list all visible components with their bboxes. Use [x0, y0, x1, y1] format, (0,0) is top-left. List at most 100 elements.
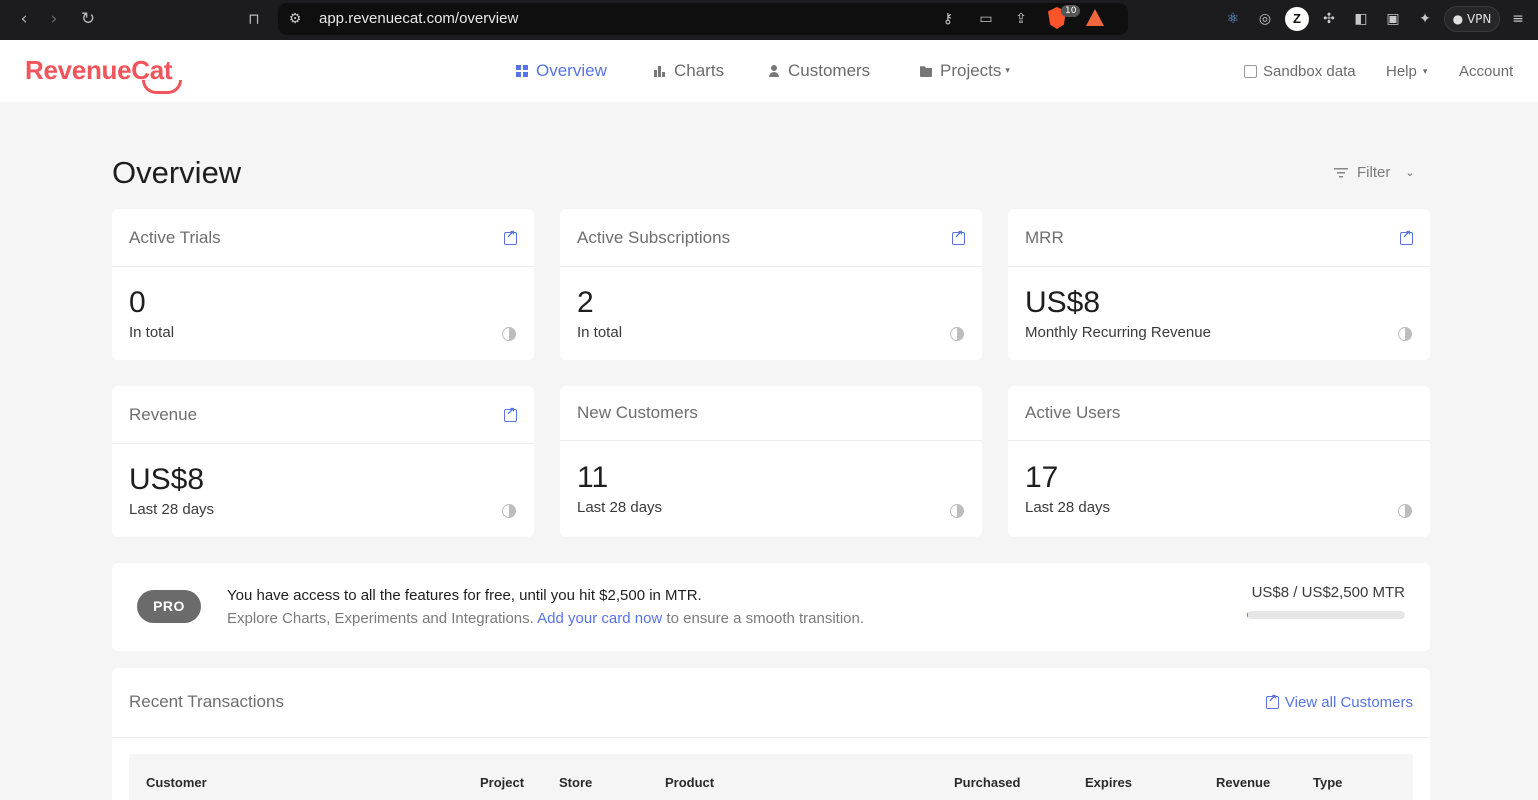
filter-button[interactable]: Filter ⌄ — [1334, 164, 1415, 181]
view-all-customers-link[interactable]: View all Customers — [1265, 692, 1413, 711]
external-link-icon[interactable] — [504, 228, 517, 245]
nav-charts[interactable]: Charts — [654, 60, 724, 82]
card-value: US$8 — [129, 463, 205, 496]
card-subtitle: In total — [129, 324, 175, 341]
reload-icon[interactable]: ↻ — [76, 7, 100, 31]
column-header-project[interactable]: Project — [480, 775, 524, 790]
nav-overview-label: Overview — [536, 61, 607, 80]
person-icon — [768, 65, 780, 77]
react-devtools-icon[interactable]: ⚛ — [1222, 8, 1244, 30]
forward-icon[interactable]: › — [42, 7, 66, 31]
card-title: New Customers — [577, 403, 698, 422]
extensions-puzzle-icon[interactable]: ✣ — [1318, 8, 1340, 30]
card-header: MRR — [1008, 209, 1430, 267]
info-half-circle-icon[interactable] — [502, 504, 516, 518]
card-header: Active Subscriptions — [560, 209, 982, 267]
card-title: Revenue — [129, 405, 198, 424]
brave-rewards-icon[interactable] — [1086, 9, 1104, 26]
folder-icon — [920, 66, 932, 77]
bookmark-icon[interactable]: ⊓ — [242, 7, 266, 31]
dashboard-grid-icon — [516, 65, 528, 77]
external-link-icon[interactable] — [1400, 228, 1413, 245]
nav-customers[interactable]: Customers — [768, 60, 870, 82]
help-menu[interactable]: Help ▾ — [1386, 63, 1427, 80]
card-header: Revenue — [112, 386, 534, 444]
divider — [112, 737, 1430, 738]
nav-charts-label: Charts — [674, 61, 725, 80]
card-value: 11 — [577, 461, 609, 494]
column-header-product[interactable]: Product — [665, 775, 714, 790]
shields-count-badge: 10 — [1061, 5, 1081, 17]
sandbox-label: Sandbox data — [1263, 63, 1356, 80]
wallet-icon[interactable]: ▣ — [1382, 8, 1404, 30]
bar-chart-icon — [654, 65, 666, 77]
card-title: Active Subscriptions — [577, 228, 731, 247]
card-subtitle: In total — [577, 324, 623, 341]
filter-icon — [1334, 167, 1348, 178]
info-half-circle-icon[interactable] — [950, 327, 964, 341]
column-header-store[interactable]: Store — [559, 775, 592, 790]
pro-banner-text-before: Explore Charts, Experiments and Integrat… — [227, 610, 534, 627]
sandbox-checkbox[interactable] — [1244, 65, 1257, 78]
profile-avatar[interactable]: Z — [1285, 7, 1309, 31]
nav-projects-label: Projects — [940, 61, 1002, 80]
pro-banner-message: You have access to all the features for … — [227, 587, 702, 604]
caret-down-icon: ▾ — [1422, 66, 1428, 77]
card-active-subscriptions: Active Subscriptions 2 In total — [560, 209, 982, 360]
card-value: US$8 — [1025, 286, 1101, 319]
card-value: 17 — [1025, 461, 1059, 494]
column-header-revenue[interactable]: Revenue — [1216, 775, 1270, 790]
vpn-label: VPN — [1466, 12, 1492, 26]
sandbox-data-toggle[interactable]: Sandbox data — [1244, 63, 1356, 80]
card-header: Active Trials — [112, 209, 534, 267]
info-half-circle-icon[interactable] — [502, 327, 516, 341]
external-link-icon[interactable] — [504, 405, 517, 422]
card-revenue: Revenue US$8 Last 28 days — [112, 386, 534, 537]
url-text[interactable]: app.revenuecat.com/overview — [319, 10, 518, 27]
info-half-circle-icon[interactable] — [950, 504, 964, 518]
nav-projects[interactable]: Projects ▾ — [920, 60, 1010, 82]
password-key-icon[interactable]: ⚷ — [937, 8, 959, 30]
card-subtitle: Last 28 days — [129, 501, 215, 518]
page-title: Overview — [112, 155, 242, 190]
external-link-icon[interactable] — [952, 228, 965, 245]
card-active-trials: Active Trials 0 In total — [112, 209, 534, 360]
pro-banner-submessage: Explore Charts, Experiments and Integrat… — [227, 610, 864, 627]
info-half-circle-icon[interactable] — [1398, 327, 1412, 341]
chevron-down-icon: ⌄ — [1405, 166, 1415, 179]
target-extension-icon[interactable]: ◎ — [1254, 8, 1276, 30]
card-title: Active Trials — [129, 228, 221, 247]
sidebar-toggle-icon[interactable]: ◧ — [1350, 8, 1372, 30]
mtr-progress-fill — [1247, 611, 1248, 619]
mtr-usage-text: US$8 / US$2,500 MTR — [1251, 584, 1405, 601]
share-icon[interactable]: ⇪ — [1010, 8, 1032, 30]
leo-ai-icon[interactable]: ✦ — [1414, 8, 1436, 30]
site-settings-icon[interactable]: ⚙ — [284, 8, 306, 30]
add-card-link[interactable]: Add your card now — [537, 610, 662, 627]
card-active-users: Active Users 17 Last 28 days — [1008, 386, 1430, 537]
column-header-purchased[interactable]: Purchased — [954, 775, 1020, 790]
card-title: MRR — [1025, 228, 1064, 247]
card-header: Active Users — [1008, 386, 1430, 441]
column-header-type[interactable]: Type — [1313, 775, 1342, 790]
account-menu[interactable]: Account — [1459, 63, 1513, 80]
back-icon[interactable]: ‹ — [12, 7, 36, 31]
pro-banner-text-after: to ensure a smooth transition. — [666, 610, 865, 627]
vpn-button[interactable]: ● VPN — [1444, 6, 1500, 32]
column-header-expires[interactable]: Expires — [1085, 775, 1132, 790]
browser-menu-icon[interactable]: ≡ — [1507, 8, 1529, 30]
help-label: Help — [1386, 63, 1417, 80]
info-half-circle-icon[interactable] — [1398, 504, 1412, 518]
nav-overview[interactable]: Overview — [516, 60, 607, 82]
filter-label: Filter — [1357, 164, 1391, 181]
cast-icon[interactable]: ▭ — [975, 8, 997, 30]
card-subtitle: Last 28 days — [577, 499, 663, 516]
recent-transactions-title: Recent Transactions — [129, 692, 284, 711]
transactions-table-header: Customer Project Store Product Purchased… — [129, 754, 1413, 800]
card-subtitle: Last 28 days — [1025, 499, 1111, 516]
pro-plan-banner: PRO You have access to all the features … — [112, 563, 1430, 651]
card-header: New Customers — [560, 386, 982, 441]
card-subtitle: Monthly Recurring Revenue — [1025, 324, 1211, 341]
column-header-customer[interactable]: Customer — [146, 775, 207, 790]
recent-transactions-card: Recent Transactions View all Customers C… — [112, 668, 1430, 800]
